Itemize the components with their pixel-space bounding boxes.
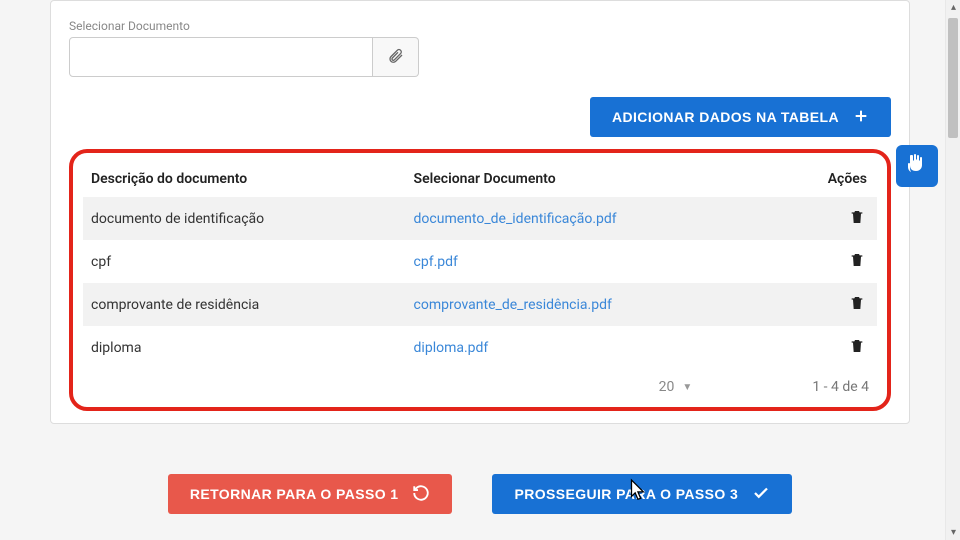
page-size-value: 20 xyxy=(659,379,675,395)
accessibility-button[interactable] xyxy=(896,145,938,187)
trash-icon xyxy=(849,343,865,358)
chevron-down-icon: ▼ xyxy=(682,382,692,393)
trash-icon xyxy=(849,300,865,315)
scroll-down-arrow-icon[interactable]: ▾ xyxy=(946,525,960,540)
file-link[interactable]: cpf.pdf xyxy=(414,254,458,270)
cell-file: cpf.pdf xyxy=(406,240,780,283)
trash-icon xyxy=(849,257,865,272)
delete-row-button[interactable] xyxy=(847,206,867,231)
select-document-input[interactable] xyxy=(69,37,373,77)
cell-description: cpf xyxy=(83,240,406,283)
table-pager: 20 ▼ 1 - 4 de 4 xyxy=(83,369,877,397)
attach-button[interactable] xyxy=(373,37,419,77)
scroll-thumb[interactable] xyxy=(948,18,958,138)
plus-icon xyxy=(853,108,869,127)
cell-file: diploma.pdf xyxy=(406,326,780,369)
table-row: documento de identificação documento_de_i… xyxy=(83,197,877,240)
documents-table-highlight: Descrição do documento Selecionar Docume… xyxy=(69,149,891,411)
col-description: Descrição do documento xyxy=(83,161,406,197)
cell-description: diploma xyxy=(83,326,406,369)
next-step3-label: PROSSEGUIR PARA O PASSO 3 xyxy=(514,486,738,502)
undo-icon xyxy=(412,484,430,505)
add-to-table-label: ADICIONAR DADOS NA TABELA xyxy=(612,109,839,125)
page-range: 1 - 4 de 4 xyxy=(812,379,869,395)
cell-actions xyxy=(779,326,877,369)
cell-actions xyxy=(779,240,877,283)
form-card: Selecionar Documento ADICIONAR DADOS NA … xyxy=(50,0,910,424)
delete-row-button[interactable] xyxy=(847,335,867,360)
file-link[interactable]: documento_de_identificação.pdf xyxy=(414,211,617,227)
paperclip-icon xyxy=(388,46,404,69)
trash-icon xyxy=(849,214,865,229)
select-document-label: Selecionar Documento xyxy=(69,19,891,33)
cell-description: documento de identificação xyxy=(83,197,406,240)
delete-row-button[interactable] xyxy=(847,292,867,317)
select-document-input-group xyxy=(69,37,419,77)
documents-table: Descrição do documento Selecionar Docume… xyxy=(83,161,877,369)
cell-actions xyxy=(779,197,877,240)
add-row-container: ADICIONAR DADOS NA TABELA xyxy=(69,97,891,137)
cell-actions xyxy=(779,283,877,326)
back-step1-button[interactable]: RETORNAR PARA O PASSO 1 xyxy=(168,474,453,514)
file-link[interactable]: diploma.pdf xyxy=(414,340,489,356)
sign-language-icon xyxy=(905,152,929,180)
vertical-scrollbar[interactable]: ▴ ▾ xyxy=(945,0,960,540)
check-icon xyxy=(752,484,770,505)
col-document: Selecionar Documento xyxy=(406,161,780,197)
page-size-selector[interactable]: 20 ▼ xyxy=(659,379,693,395)
add-to-table-button[interactable]: ADICIONAR DADOS NA TABELA xyxy=(590,97,891,137)
file-link[interactable]: comprovante_de_residência.pdf xyxy=(414,297,612,313)
delete-row-button[interactable] xyxy=(847,249,867,274)
table-row: cpf cpf.pdf xyxy=(83,240,877,283)
wizard-nav: RETORNAR PARA O PASSO 1 PROSSEGUIR PARA … xyxy=(50,474,910,514)
col-actions: Ações xyxy=(779,161,877,197)
back-step1-label: RETORNAR PARA O PASSO 1 xyxy=(190,486,399,502)
table-row: diploma diploma.pdf xyxy=(83,326,877,369)
table-row: comprovante de residência comprovante_de_… xyxy=(83,283,877,326)
cell-description: comprovante de residência xyxy=(83,283,406,326)
cell-file: comprovante_de_residência.pdf xyxy=(406,283,780,326)
next-step3-button[interactable]: PROSSEGUIR PARA O PASSO 3 xyxy=(492,474,792,514)
cell-file: documento_de_identificação.pdf xyxy=(406,197,780,240)
scroll-up-arrow-icon[interactable]: ▴ xyxy=(946,0,960,15)
